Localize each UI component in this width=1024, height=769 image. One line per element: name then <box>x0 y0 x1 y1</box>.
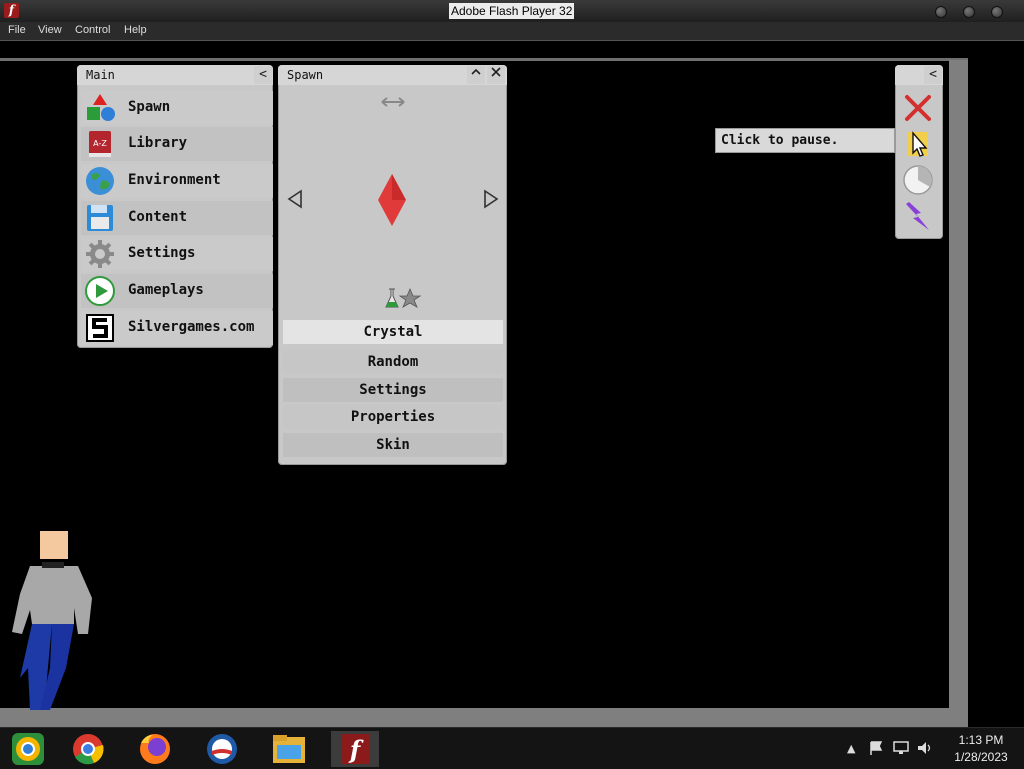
spawn-panel: Spawn Crystal Random Settings Properties… <box>278 65 507 465</box>
crystal-preview-icon <box>378 174 406 226</box>
next-arrow-icon[interactable] <box>482 189 500 209</box>
play-icon <box>85 276 115 306</box>
volume-icon[interactable] <box>916 740 934 756</box>
close-panel-icon[interactable] <box>487 66 505 84</box>
collapse-chevron-icon[interactable]: < <box>254 66 272 84</box>
main-item-content[interactable]: Content <box>81 201 273 235</box>
spawn-selected-item[interactable]: Crystal <box>283 320 503 344</box>
main-item-label: Spawn <box>128 99 171 115</box>
chrome-icon[interactable] <box>64 731 112 767</box>
clock-icon[interactable] <box>901 163 935 197</box>
silvergames-logo-icon <box>86 314 114 342</box>
main-item-label: Settings <box>128 245 196 261</box>
delete-x-icon[interactable] <box>901 91 935 125</box>
main-item-label: Environment <box>128 172 221 188</box>
pause-tooltip: Click to pause. <box>715 128 895 153</box>
spawn-shapes-icon <box>87 94 115 121</box>
spawn-option-properties[interactable]: Properties <box>283 405 503 429</box>
ragdoll-character[interactable] <box>8 528 98 710</box>
library-icon-text: A-Z <box>93 139 107 148</box>
main-item-settings[interactable]: Settings <box>81 237 273 271</box>
spawn-option-random[interactable]: Random <box>283 350 503 374</box>
show-hidden-icons-icon[interactable]: ▲ <box>847 742 855 755</box>
menu-file[interactable]: File <box>8 24 26 36</box>
lightning-icon[interactable] <box>901 199 935 233</box>
flash-player-icon[interactable]: f <box>331 731 379 767</box>
cursor-pause-icon[interactable] <box>901 127 935 161</box>
main-item-label: Silvergames.com <box>128 319 255 335</box>
resize-arrows-icon[interactable] <box>380 95 406 109</box>
main-panel-header: Main < <box>77 65 273 85</box>
main-item-label: Gameplays <box>128 282 204 298</box>
clock-time: 1:13 PM <box>958 733 1004 747</box>
menu-control[interactable]: Control <box>75 24 110 36</box>
taskbar: f ▲ 1:13 PM 1/28/2023 <box>0 727 1024 769</box>
tool-panel-header: < <box>895 65 943 85</box>
obama-logo-icon[interactable] <box>198 731 246 767</box>
flask-star-icon[interactable] <box>384 287 422 309</box>
main-item-silvergames[interactable]: Silvergames.com <box>81 311 273 345</box>
window-title: Adobe Flash Player 32 <box>449 3 575 19</box>
minimize-button[interactable] <box>935 6 947 18</box>
main-item-gameplays[interactable]: Gameplays <box>81 274 273 308</box>
collapse-chevron-icon[interactable]: < <box>924 66 942 84</box>
firefox-icon[interactable] <box>131 731 179 767</box>
main-item-environment[interactable]: Environment <box>81 164 273 198</box>
globe-icon <box>86 167 114 195</box>
network-icon[interactable] <box>892 740 910 756</box>
close-button[interactable] <box>991 6 1003 18</box>
menu-view[interactable]: View <box>38 24 62 36</box>
library-book-icon: A-Z <box>89 131 111 157</box>
window-title-bar: f Adobe Flash Player 32 <box>0 0 1024 22</box>
menu-bar: File View Control Help <box>0 22 1024 41</box>
stage-frame-right <box>949 60 968 708</box>
previous-arrow-icon[interactable] <box>286 189 304 209</box>
main-panel: Main < Spawn A-Z Library Environment Con… <box>77 65 273 348</box>
clock-date: 1/28/2023 <box>954 750 1008 764</box>
taskbar-clock[interactable]: 1:13 PM 1/28/2023 <box>944 732 1018 766</box>
spawn-option-settings[interactable]: Settings <box>283 378 503 402</box>
maximize-button[interactable] <box>963 6 975 18</box>
main-item-label: Library <box>128 135 188 151</box>
main-item-spawn[interactable]: Spawn <box>81 91 273 125</box>
stage-frame-bottom <box>0 708 968 727</box>
main-item-library[interactable]: A-Z Library <box>81 127 273 161</box>
menu-help[interactable]: Help <box>124 24 147 36</box>
chrome-canary-icon[interactable] <box>4 731 52 767</box>
gear-icon <box>86 240 114 268</box>
main-panel-title: Main <box>86 68 115 82</box>
spawn-panel-title: Spawn <box>287 68 324 82</box>
tool-panel: < <box>895 65 943 239</box>
floppy-disk-icon <box>87 205 113 231</box>
spawn-option-skin[interactable]: Skin <box>283 433 503 457</box>
flash-app-icon: f <box>4 3 19 18</box>
collapse-up-icon[interactable] <box>467 66 485 84</box>
main-item-label: Content <box>128 209 188 225</box>
spawn-panel-header: Spawn <box>278 65 507 85</box>
action-center-flag-icon[interactable] <box>868 740 884 756</box>
file-explorer-icon[interactable] <box>265 731 313 767</box>
